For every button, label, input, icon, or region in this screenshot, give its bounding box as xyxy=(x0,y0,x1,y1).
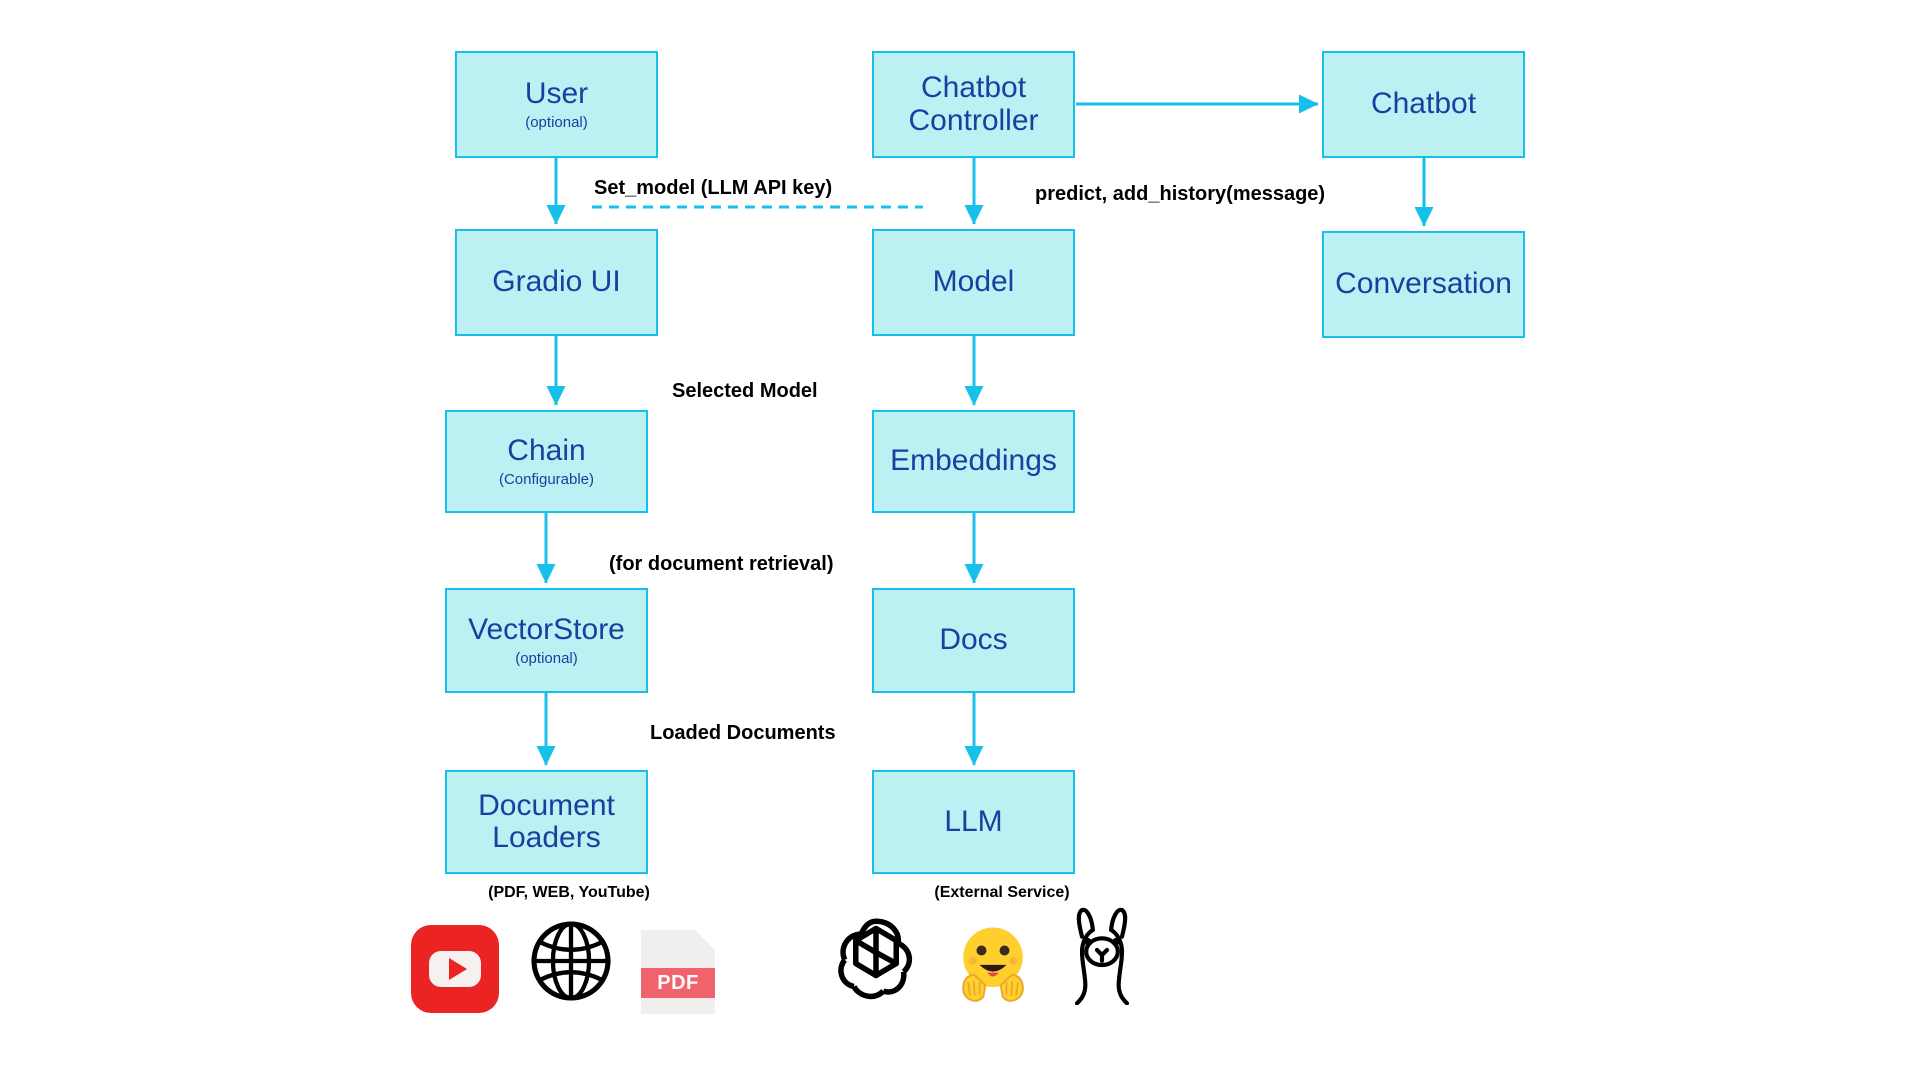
pdf-file-fold xyxy=(695,930,715,950)
node-chatbot-controller-title: Chatbot Controller xyxy=(908,71,1039,137)
node-chain-subtitle: (Configurable) xyxy=(498,470,595,488)
edge-label-loaded-documents: Loaded Documents xyxy=(650,722,836,744)
youtube-icon xyxy=(411,925,499,1013)
node-docs[interactable]: Docs xyxy=(872,588,1075,693)
huggingface-icon xyxy=(962,927,1024,1002)
youtube-icon-play xyxy=(448,958,467,980)
node-chatbot-title: Chatbot xyxy=(1370,87,1477,121)
openai-icon xyxy=(838,918,913,1000)
node-gradio-ui-title: Gradio UI xyxy=(492,265,621,299)
node-user-subtitle: (optional) xyxy=(525,113,588,131)
edge-label-predict-add-history: predict, add_history(message) xyxy=(1035,183,1326,205)
icon-youtube-slot[interactable] xyxy=(411,925,499,1013)
node-llm[interactable]: LLM xyxy=(872,770,1075,874)
node-embeddings-title: Embeddings xyxy=(890,444,1057,478)
node-user-title: User xyxy=(524,77,589,111)
youtube-icon-screen xyxy=(429,951,481,987)
node-vectorstore[interactable]: VectorStore (optional) xyxy=(445,588,648,693)
node-chatbot-controller[interactable]: Chatbot Controller xyxy=(872,51,1075,158)
node-model-title: Model xyxy=(932,265,1015,299)
node-document-loaders[interactable]: Document Loaders xyxy=(445,770,648,874)
under-label-llm-providers: (External Service) xyxy=(934,884,1070,901)
node-llm-title: LLM xyxy=(944,804,1003,838)
node-vectorstore-subtitle: (optional) xyxy=(515,649,578,667)
edge-label-selected-model: Selected Model xyxy=(672,380,818,402)
node-user[interactable]: User (optional) xyxy=(455,51,658,158)
node-chatbot[interactable]: Chatbot xyxy=(1322,51,1525,158)
node-document-loaders-title: Document Loaders xyxy=(478,788,615,854)
icon-openai-slot[interactable] xyxy=(830,912,922,1009)
node-chain[interactable]: Chain (Configurable) xyxy=(445,410,648,513)
node-model[interactable]: Model xyxy=(872,229,1075,336)
icon-web-slot[interactable] xyxy=(528,918,614,1009)
node-conversation-title: Conversation xyxy=(1335,267,1512,301)
diagram-canvas: User (optional) Gradio UI Chain (Configu… xyxy=(0,0,1920,1080)
pdf-file-label: PDF xyxy=(641,968,715,998)
pdf-file-icon: PDF xyxy=(641,930,715,1014)
edge-label-set-model: Set_model (LLM API key) xyxy=(594,177,833,199)
node-conversation[interactable]: Conversation xyxy=(1322,231,1525,338)
node-gradio-ui[interactable]: Gradio UI xyxy=(455,229,658,336)
icon-pdf-slot[interactable]: PDF xyxy=(641,930,715,1014)
node-vectorstore-title: VectorStore xyxy=(468,613,625,647)
under-label-loader-sources: (PDF, WEB, YouTube) xyxy=(488,884,650,901)
icon-huggingface-slot[interactable] xyxy=(945,915,1041,1016)
globe-icon xyxy=(531,921,611,1001)
edge-label-for-document-retrieval: (for document retrieval) xyxy=(609,553,834,575)
llama-icon xyxy=(1074,907,1130,1006)
node-chain-title: Chain xyxy=(507,434,586,468)
icon-llama-slot[interactable] xyxy=(1060,905,1144,1010)
node-embeddings[interactable]: Embeddings xyxy=(872,410,1075,513)
node-docs-title: Docs xyxy=(939,623,1008,657)
